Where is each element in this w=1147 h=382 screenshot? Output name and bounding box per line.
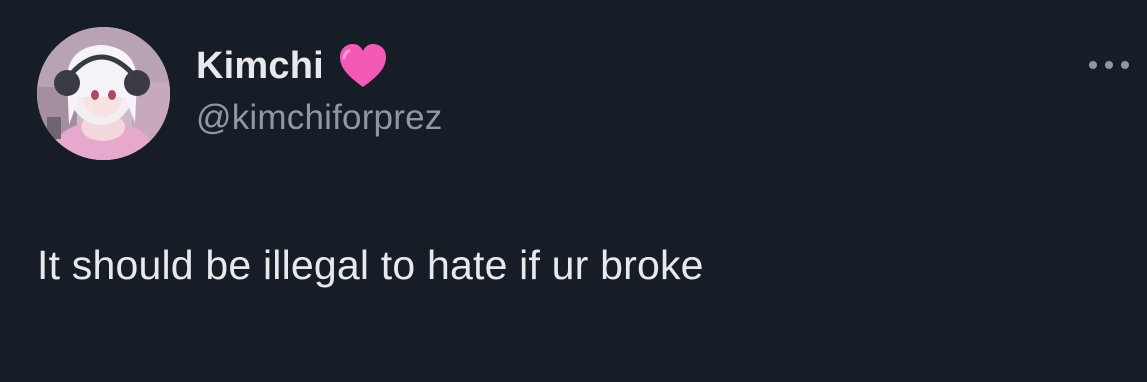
more-options-button[interactable] <box>1085 50 1133 80</box>
author-name-row: Kimchi <box>196 40 442 92</box>
tweet-text: It should be illegal to hate if ur broke <box>37 242 704 288</box>
author-handle[interactable]: @kimchiforprez <box>196 98 442 138</box>
display-name[interactable]: Kimchi <box>196 45 324 88</box>
more-options-icon <box>1089 61 1129 69</box>
tweet-author: Kimchi @kimchiforprez <box>196 40 442 138</box>
pink-heart-icon <box>338 43 388 89</box>
tweet-card: Kimchi @kimchiforprez It should be illeg… <box>0 0 1147 382</box>
avatar[interactable] <box>37 27 170 160</box>
avatar-image <box>37 27 170 160</box>
